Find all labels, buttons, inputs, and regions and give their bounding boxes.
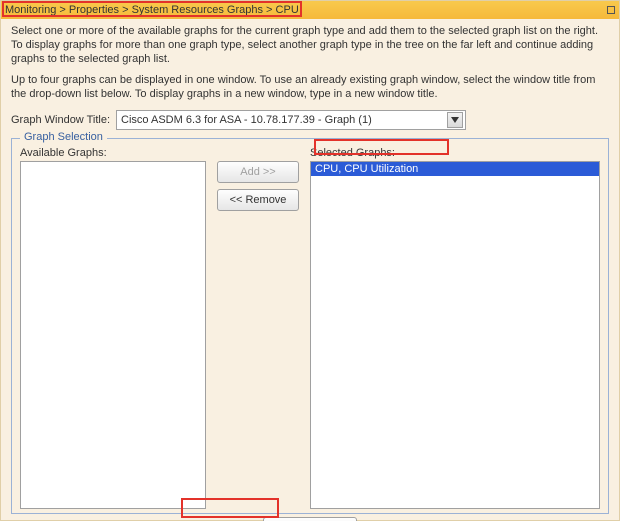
- maximize-icon[interactable]: [607, 6, 615, 14]
- graph-selection-fieldset: Graph Selection Available Graphs: Add >>…: [11, 138, 609, 514]
- remove-button[interactable]: << Remove: [217, 189, 299, 211]
- show-graphs-button[interactable]: Show Graphs...: [263, 517, 357, 521]
- instructions-2: Up to four graphs can be displayed in on…: [11, 74, 609, 102]
- window-title-value: Cisco ASDM 6.3 for ASA - 10.78.177.39 - …: [121, 114, 372, 126]
- window-title-combo[interactable]: Cisco ASDM 6.3 for ASA - 10.78.177.39 - …: [116, 110, 466, 130]
- breadcrumb: Monitoring > Properties > System Resourc…: [5, 4, 299, 16]
- body: Select one or more of the available grap…: [1, 19, 619, 521]
- selected-graphs-label: Selected Graphs:: [310, 147, 600, 159]
- titlebar: Monitoring > Properties > System Resourc…: [1, 1, 619, 19]
- instructions-1: Select one or more of the available grap…: [11, 25, 609, 66]
- panel-window: Monitoring > Properties > System Resourc…: [0, 0, 620, 521]
- available-graphs-list[interactable]: [20, 161, 206, 509]
- footer: Show Graphs...: [11, 514, 609, 521]
- list-item[interactable]: CPU, CPU Utilization: [311, 162, 599, 176]
- available-graphs-label: Available Graphs:: [20, 147, 206, 159]
- window-title-row: Graph Window Title: Cisco ASDM 6.3 for A…: [11, 110, 609, 130]
- window-title-label: Graph Window Title:: [11, 114, 110, 126]
- selected-graphs-list[interactable]: CPU, CPU Utilization: [310, 161, 600, 509]
- graph-selection-legend: Graph Selection: [20, 131, 107, 143]
- chevron-down-icon[interactable]: [447, 112, 463, 128]
- add-button[interactable]: Add >>: [217, 161, 299, 183]
